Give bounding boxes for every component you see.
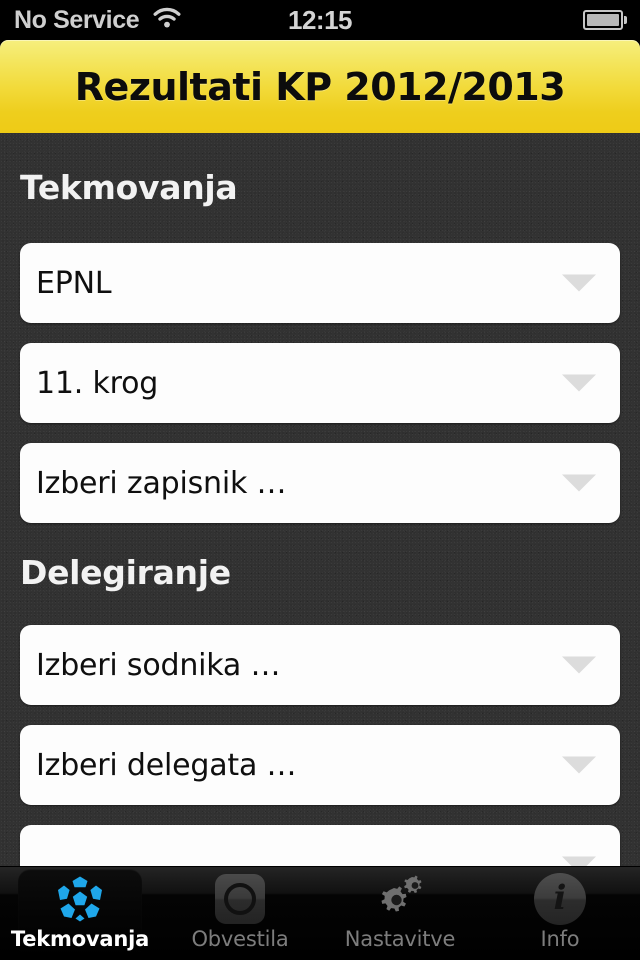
tab-label-nastavitve: Nastavitve <box>344 927 456 951</box>
gears-icon <box>372 874 428 924</box>
dropdown-round-value: 11. krog <box>36 365 159 401</box>
info-circle-icon: i <box>532 873 588 925</box>
tab-label-obvestila: Obvestila <box>191 927 289 951</box>
dropdown-round[interactable]: 11. krog <box>20 343 620 423</box>
chevron-down-icon <box>562 374 596 392</box>
dropdown-additional[interactable] <box>20 825 620 866</box>
dropdown-competition-value: EPNL <box>36 265 112 301</box>
battery-full-icon <box>583 10 627 30</box>
chevron-down-icon <box>562 656 596 674</box>
dropdown-referee[interactable]: Izberi sodnika … <box>20 625 620 705</box>
tab-nastavitve[interactable]: Nastavitve <box>320 867 480 960</box>
clock-label: 12:15 <box>288 4 353 35</box>
section-header-tekmovanja: Tekmovanja <box>20 168 238 207</box>
tab-bar: Tekmovanja Obvestila Nastavitve i Info <box>0 866 640 960</box>
section-delegiranje: Delegiranje <box>0 553 640 592</box>
chevron-down-icon <box>562 856 596 866</box>
chevron-down-icon <box>562 474 596 492</box>
navigation-bar: Rezultati KP 2012/2013 <box>0 40 640 133</box>
content-area: Tekmovanja EPNL 11. krog Izberi zapisnik… <box>0 133 640 866</box>
dropdown-delegate-value: Izberi delegata … <box>36 747 297 783</box>
tab-tekmovanja[interactable]: Tekmovanja <box>0 867 160 960</box>
dropdown-referee-value: Izberi sodnika … <box>36 647 281 683</box>
section-tekmovanja: Tekmovanja <box>0 168 640 207</box>
tab-label-info: Info <box>540 927 580 951</box>
chevron-down-icon <box>562 274 596 292</box>
notification-circle-icon <box>212 874 268 924</box>
section-header-delegiranje: Delegiranje <box>20 553 231 592</box>
dropdown-delegate[interactable]: Izberi delegata … <box>20 725 620 805</box>
tab-info[interactable]: i Info <box>480 867 640 960</box>
app-screen: No Service 12:15 Rezultati KP 2012/2013 <box>0 0 640 960</box>
soccer-ball-icon <box>52 874 108 924</box>
dropdown-record[interactable]: Izberi zapisnik … <box>20 443 620 523</box>
tab-obvestila[interactable]: Obvestila <box>160 867 320 960</box>
dropdown-competition[interactable]: EPNL <box>20 243 620 323</box>
dropdown-record-value: Izberi zapisnik … <box>36 465 287 501</box>
page-title: Rezultati KP 2012/2013 <box>74 64 566 109</box>
tab-label-tekmovanja: Tekmovanja <box>10 927 150 951</box>
chevron-down-icon <box>562 756 596 774</box>
status-bar: No Service 12:15 <box>0 0 640 40</box>
